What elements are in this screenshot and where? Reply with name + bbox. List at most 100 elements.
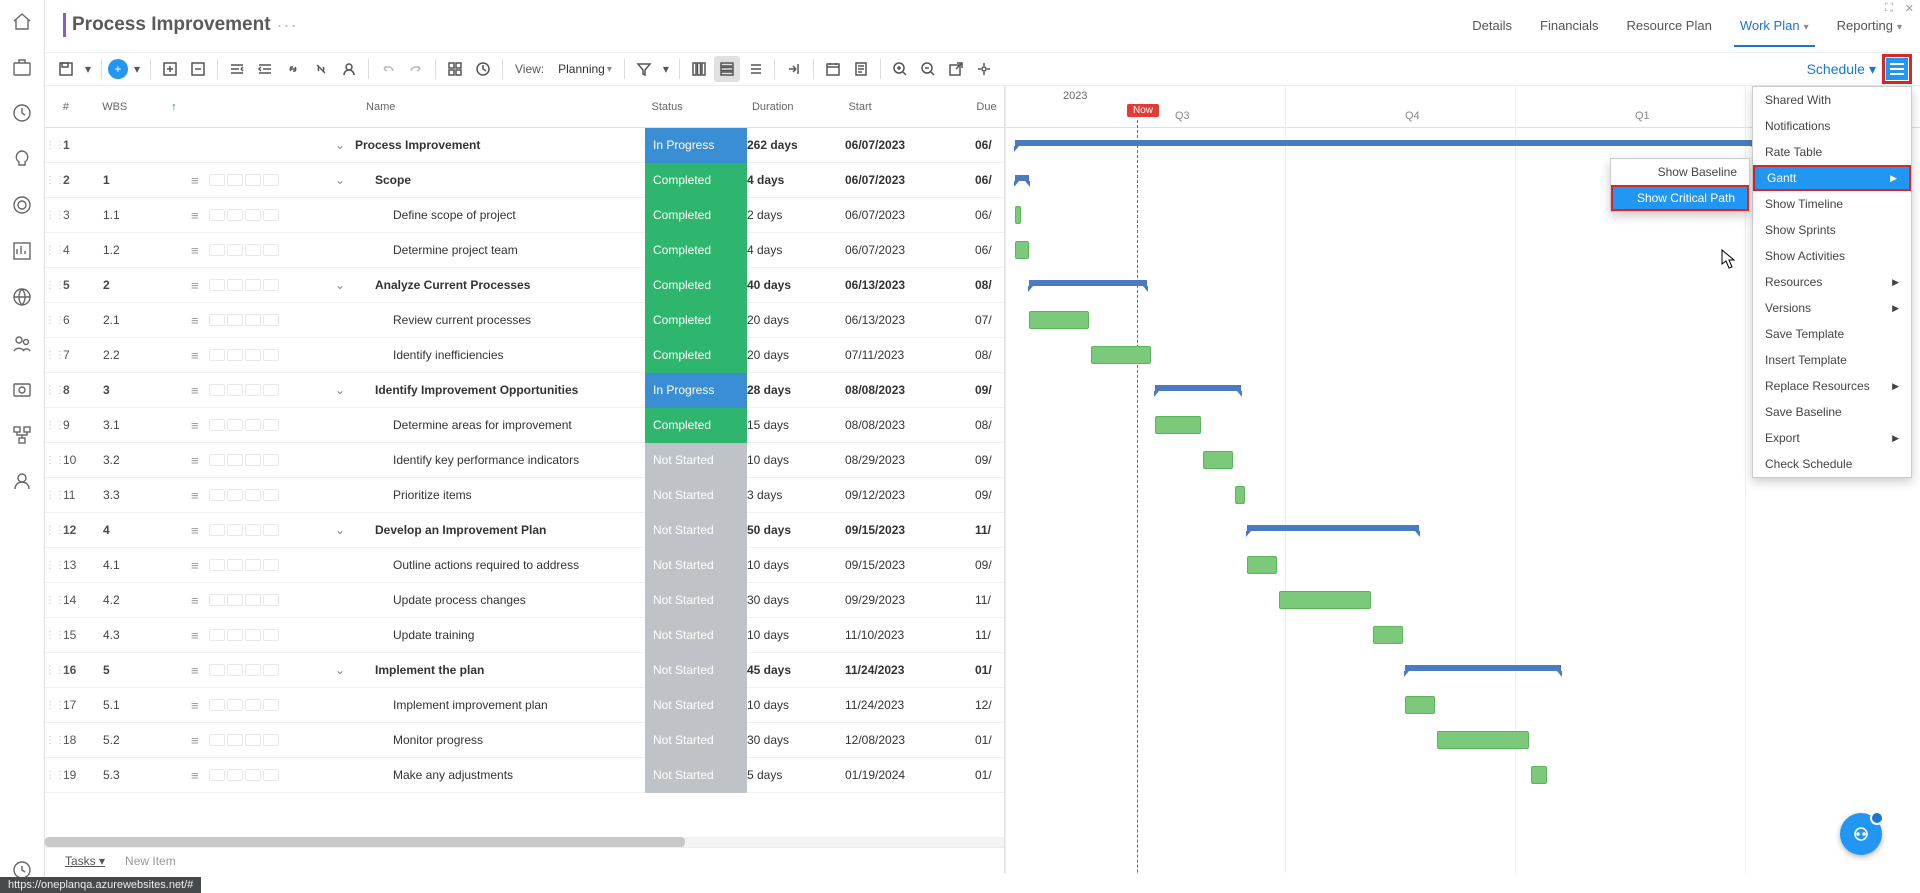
tab-reporting[interactable]: Reporting▾: [1837, 4, 1902, 47]
menu-item-gantt[interactable]: Gantt▶: [1753, 165, 1911, 191]
drag-handle-icon[interactable]: ⋮⋮: [45, 630, 57, 641]
drag-handle-icon[interactable]: ⋮⋮: [45, 315, 57, 326]
row-menu-icon[interactable]: ≡: [191, 208, 205, 223]
drag-handle-icon[interactable]: ⋮⋮: [45, 280, 57, 291]
table-row[interactable]: ⋮⋮154.3≡Update trainingNot Started10 day…: [45, 618, 1004, 653]
home-icon[interactable]: [11, 10, 33, 32]
clock-icon[interactable]: [11, 102, 33, 124]
filter-icon[interactable]: [631, 56, 657, 82]
view-dropdown[interactable]: Planning▾: [552, 60, 618, 78]
autoschedule-icon[interactable]: [781, 56, 807, 82]
menu-item-versions[interactable]: Versions▶: [1753, 295, 1911, 321]
grid-scrollbar[interactable]: [45, 837, 1004, 847]
row-menu-icon[interactable]: ≡: [191, 488, 205, 503]
more-icon[interactable]: ···: [277, 15, 298, 36]
drag-handle-icon[interactable]: ⋮⋮: [45, 525, 57, 536]
save-dropdown[interactable]: ▾: [81, 56, 95, 82]
col-name[interactable]: Name: [366, 101, 652, 113]
drag-handle-icon[interactable]: ⋮⋮: [45, 385, 57, 396]
menu-item-shared-with[interactable]: Shared With: [1753, 87, 1911, 113]
table-row[interactable]: ⋮⋮1⌄Process ImprovementIn Progress262 da…: [45, 128, 1004, 163]
table-row[interactable]: ⋮⋮52≡⌄Analyze Current ProcessesCompleted…: [45, 268, 1004, 303]
table-row[interactable]: ⋮⋮62.1≡Review current processesCompleted…: [45, 303, 1004, 338]
row-menu-icon[interactable]: ≡: [191, 348, 205, 363]
expand-icon[interactable]: ⌄: [325, 173, 355, 187]
gantt-bar[interactable]: [1029, 280, 1147, 286]
target-icon[interactable]: [11, 194, 33, 216]
menu-item-export[interactable]: Export▶: [1753, 425, 1911, 451]
redo-icon[interactable]: [403, 56, 429, 82]
table-row[interactable]: ⋮⋮175.1≡Implement improvement planNot St…: [45, 688, 1004, 723]
add-dropdown[interactable]: ▾: [130, 56, 144, 82]
menu-item-check-schedule[interactable]: Check Schedule: [1753, 451, 1911, 477]
menu-item-save-template[interactable]: Save Template: [1753, 321, 1911, 347]
gantt-bar[interactable]: [1203, 451, 1233, 469]
menu-item-save-baseline[interactable]: Save Baseline: [1753, 399, 1911, 425]
row-menu-icon[interactable]: ≡: [191, 628, 205, 643]
tab-work-plan[interactable]: Work Plan▾: [1740, 4, 1809, 47]
popout-icon[interactable]: [943, 56, 969, 82]
schedule-menu-button[interactable]: [1882, 54, 1912, 84]
undo-icon[interactable]: [375, 56, 401, 82]
gantt-bar[interactable]: [1405, 665, 1561, 671]
table-row[interactable]: ⋮⋮144.2≡Update process changesNot Starte…: [45, 583, 1004, 618]
table-row[interactable]: ⋮⋮83≡⌄Identify Improvement Opportunities…: [45, 373, 1004, 408]
row-menu-icon[interactable]: ≡: [191, 768, 205, 783]
row-menu-icon[interactable]: ≡: [191, 173, 205, 188]
row-menu-icon[interactable]: ≡: [191, 383, 205, 398]
gantt-bar[interactable]: [1247, 525, 1419, 531]
table-row[interactable]: ⋮⋮21≡⌄ScopeCompleted4 days06/07/202306/: [45, 163, 1004, 198]
status-icon[interactable]: [470, 56, 496, 82]
table-row[interactable]: ⋮⋮113.3≡Prioritize itemsNot Started3 day…: [45, 478, 1004, 513]
drag-handle-icon[interactable]: ⋮⋮: [45, 665, 57, 676]
table-row[interactable]: ⋮⋮185.2≡Monitor progressNot Started30 da…: [45, 723, 1004, 758]
gantt-bar[interactable]: [1235, 486, 1245, 504]
tab-resource-plan[interactable]: Resource Plan: [1627, 4, 1712, 47]
lightbulb-icon[interactable]: [11, 148, 33, 170]
submenu-item-show-baseline[interactable]: Show Baseline: [1611, 159, 1749, 185]
drag-handle-icon[interactable]: ⋮⋮: [45, 210, 57, 221]
expand-icon[interactable]: ⌄: [325, 523, 355, 537]
chart-icon[interactable]: [11, 240, 33, 262]
row-menu-icon[interactable]: ≡: [191, 243, 205, 258]
assistant-fab[interactable]: [1840, 813, 1882, 855]
people-icon[interactable]: [11, 332, 33, 354]
col-due[interactable]: Due: [976, 101, 1004, 113]
expand-icon[interactable]: ⌄: [325, 138, 355, 152]
delete-icon[interactable]: [185, 56, 211, 82]
expand-icon[interactable]: ⌄: [325, 383, 355, 397]
gantt-bar[interactable]: [1247, 556, 1277, 574]
menu-item-notifications[interactable]: Notifications: [1753, 113, 1911, 139]
table-row[interactable]: ⋮⋮165≡⌄Implement the planNot Started45 d…: [45, 653, 1004, 688]
center-icon[interactable]: [971, 56, 997, 82]
table-row[interactable]: ⋮⋮93.1≡Determine areas for improvementCo…: [45, 408, 1004, 443]
drag-handle-icon[interactable]: ⋮⋮: [45, 245, 57, 256]
globe-icon[interactable]: [11, 286, 33, 308]
col-wbs[interactable]: WBS: [102, 101, 171, 113]
person-icon[interactable]: [11, 470, 33, 492]
new-item-link[interactable]: New Item: [125, 854, 176, 868]
row-menu-icon[interactable]: ≡: [191, 698, 205, 713]
calendar-icon[interactable]: [820, 56, 846, 82]
table-row[interactable]: ⋮⋮103.2≡Identify key performance indicat…: [45, 443, 1004, 478]
row-menu-icon[interactable]: ≡: [191, 418, 205, 433]
tasks-link[interactable]: Tasks ▾: [65, 854, 105, 868]
schedule-dropdown[interactable]: Schedule▾: [1807, 61, 1876, 78]
zoomout-icon[interactable]: [915, 56, 941, 82]
assign-icon[interactable]: [336, 56, 362, 82]
drag-handle-icon[interactable]: ⋮⋮: [45, 455, 57, 466]
menu-item-show-activities[interactable]: Show Activities: [1753, 243, 1911, 269]
table-row[interactable]: ⋮⋮72.2≡Identify inefficienciesCompleted2…: [45, 338, 1004, 373]
menu-item-show-timeline[interactable]: Show Timeline: [1753, 191, 1911, 217]
filter-dropdown[interactable]: ▾: [659, 56, 673, 82]
sort-asc-icon[interactable]: ↑: [171, 101, 189, 113]
indent-icon[interactable]: [252, 56, 278, 82]
tab-financials[interactable]: Financials: [1540, 4, 1599, 47]
col-duration[interactable]: Duration: [752, 101, 848, 113]
columns-icon[interactable]: [686, 56, 712, 82]
grid-body[interactable]: ⋮⋮1⌄Process ImprovementIn Progress262 da…: [45, 128, 1004, 837]
notes-icon[interactable]: [848, 56, 874, 82]
menu-item-replace-resources[interactable]: Replace Resources▶: [1753, 373, 1911, 399]
row-menu-icon[interactable]: ≡: [191, 593, 205, 608]
unlink-icon[interactable]: [308, 56, 334, 82]
